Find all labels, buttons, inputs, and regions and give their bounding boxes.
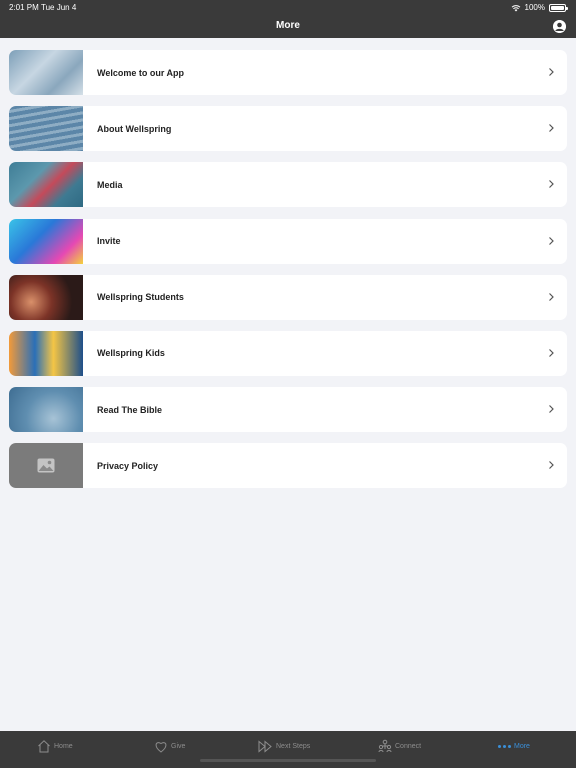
image-placeholder-icon [37, 458, 55, 473]
chevron-right-icon [546, 404, 556, 414]
menu-item-label: Read The Bible [97, 404, 163, 415]
people-icon [378, 739, 392, 753]
menu-item-label: Invite [97, 236, 121, 247]
tab-connect[interactable]: Connect [378, 738, 421, 754]
tab-next-steps[interactable]: Next Steps [258, 738, 310, 754]
tab-give[interactable]: Give [154, 738, 185, 754]
students-thumbnail [9, 274, 83, 320]
navigation-header: 2:01 PM Tue Jun 4 100% More [0, 0, 576, 38]
heart-icon [155, 741, 167, 753]
home-indicator [200, 759, 376, 762]
status-date: Tue Jun 4 [41, 3, 77, 12]
more-dots-icon [498, 744, 511, 748]
chevron-right-icon [546, 348, 556, 358]
chevron-right-icon [546, 236, 556, 246]
chevron-right-icon [546, 460, 556, 470]
menu-item-label: Media [97, 179, 123, 190]
privacy-thumbnail [9, 443, 83, 489]
menu-item-about[interactable]: About Wellspring [9, 106, 567, 152]
battery-percent: 100% [524, 3, 545, 12]
menu-item-label: Privacy Policy [97, 460, 159, 471]
media-thumbnail [9, 162, 83, 208]
menu-item-invite[interactable]: Invite [9, 218, 567, 264]
tab-label: Connect [395, 742, 422, 750]
tab-label: Home [54, 742, 73, 750]
welcome-thumbnail [9, 50, 83, 95]
chevron-right-icon [546, 179, 556, 189]
battery-icon [549, 3, 568, 12]
more-menu-list: Welcome to our App About Wellspring Medi… [9, 50, 567, 500]
menu-item-label: Wellspring Kids [97, 348, 165, 359]
page-title: More [276, 20, 300, 31]
chevron-right-icon [546, 67, 556, 77]
menu-item-students[interactable]: Wellspring Students [9, 274, 567, 320]
tab-bar: Home Give Next Steps Connect More [0, 731, 576, 768]
status-time: 2:01 PM [9, 3, 39, 12]
menu-item-media[interactable]: Media [9, 162, 567, 208]
menu-item-label: About Wellspring [97, 123, 172, 134]
home-icon [38, 740, 50, 753]
wifi-icon [511, 4, 520, 11]
tab-label: Give [171, 742, 186, 750]
menu-item-bible[interactable]: Read The Bible [9, 387, 567, 433]
menu-item-label: Wellspring Students [97, 292, 184, 303]
chevron-right-icon [546, 292, 556, 302]
about-thumbnail [9, 106, 83, 152]
status-indicators: 100% [511, 3, 568, 12]
user-icon [553, 20, 566, 33]
tab-label: Next Steps [276, 742, 311, 750]
bible-thumbnail [9, 387, 83, 433]
chevron-right-icon [546, 123, 556, 133]
kids-thumbnail [9, 330, 83, 376]
tab-label: More [514, 742, 530, 750]
menu-item-privacy[interactable]: Privacy Policy [9, 443, 567, 489]
tab-more[interactable]: More [498, 738, 530, 754]
profile-button[interactable] [553, 20, 566, 33]
tab-home[interactable]: Home [37, 738, 73, 754]
menu-item-kids[interactable]: Wellspring Kids [9, 330, 567, 376]
status-bar: 2:01 PM Tue Jun 4 100% [0, 0, 576, 14]
menu-item-welcome[interactable]: Welcome to our App [9, 50, 567, 95]
menu-item-label: Welcome to our App [97, 67, 185, 78]
fast-forward-icon [258, 739, 272, 753]
invite-thumbnail [9, 218, 83, 264]
